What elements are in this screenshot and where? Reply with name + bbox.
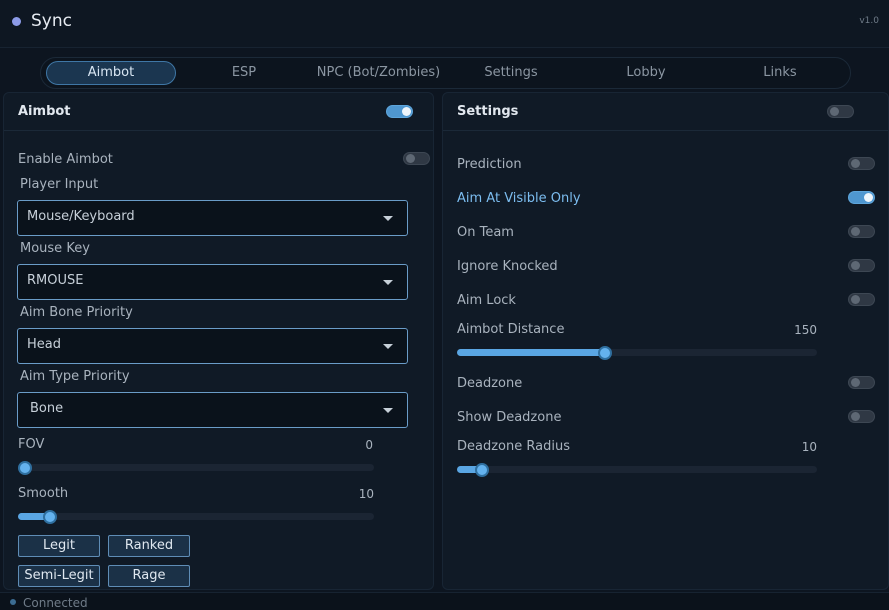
tab-settings[interactable]: Settings — [456, 61, 566, 85]
aimbot-panel-header: Aimbot — [4, 93, 433, 131]
show-deadzone-toggle[interactable] — [848, 410, 875, 423]
aim-lock-label: Aim Lock — [457, 293, 516, 308]
app-title: Sync — [31, 11, 72, 31]
enable-aimbot-label: Enable Aimbot — [18, 152, 113, 167]
mouse-key-label: Mouse Key — [20, 241, 90, 256]
aimbot-panel-title: Aimbot — [18, 104, 71, 119]
aimbot-distance-slider-fill — [457, 349, 605, 356]
fov-value: 0 — [365, 438, 373, 452]
aim-lock-toggle[interactable] — [848, 293, 875, 306]
tab-links[interactable]: Links — [725, 61, 835, 85]
tab-lobby[interactable]: Lobby — [591, 61, 701, 85]
chevron-down-icon — [383, 344, 393, 349]
mouse-key-select[interactable]: RMOUSE — [17, 264, 408, 300]
title-bar: Sync v1.0 — [0, 0, 889, 48]
app-status-dot-icon — [12, 17, 21, 26]
aim-visible-only-toggle[interactable] — [848, 191, 875, 204]
aimbot-distance-slider[interactable] — [457, 345, 817, 360]
aimbot-panel: Aimbot Enable Aimbot Player Input Mouse/… — [3, 92, 434, 590]
player-input-value: Mouse/Keyboard — [27, 209, 135, 224]
aimbot-master-toggle[interactable] — [386, 105, 413, 118]
aimbot-distance-slider-handle[interactable] — [597, 345, 612, 360]
aim-visible-only-label: Aim At Visible Only — [457, 191, 581, 206]
deadzone-radius-slider-handle[interactable] — [475, 462, 490, 477]
connection-status-icon — [10, 599, 16, 605]
deadzone-radius-slider[interactable] — [457, 462, 817, 477]
aim-bone-priority-label: Aim Bone Priority — [20, 305, 133, 320]
app-version: v1.0 — [859, 16, 879, 26]
aim-type-priority-select[interactable]: Bone — [17, 392, 408, 428]
mouse-key-value: RMOUSE — [27, 273, 84, 288]
show-deadzone-label: Show Deadzone — [457, 410, 562, 425]
deadzone-radius-label: Deadzone Radius — [457, 439, 570, 454]
preset-rage-button[interactable]: Rage — [108, 565, 190, 587]
aim-bone-priority-select[interactable]: Head — [17, 328, 408, 364]
chevron-down-icon — [383, 280, 393, 285]
aim-bone-priority-value: Head — [27, 337, 61, 352]
smooth-slider-handle[interactable] — [43, 509, 58, 524]
ignore-knocked-toggle[interactable] — [848, 259, 875, 272]
smooth-value: 10 — [358, 487, 374, 501]
chevron-down-icon — [383, 408, 393, 413]
aim-type-priority-label: Aim Type Priority — [20, 369, 130, 384]
prediction-label: Prediction — [457, 157, 522, 172]
tab-esp[interactable]: ESP — [191, 61, 297, 85]
deadzone-toggle[interactable] — [848, 376, 875, 389]
player-input-label: Player Input — [20, 177, 99, 192]
chevron-down-icon — [383, 216, 393, 221]
status-bar: Connected — [0, 592, 889, 610]
ignore-knocked-label: Ignore Knocked — [457, 259, 558, 274]
aimbot-distance-value: 150 — [794, 323, 817, 337]
fov-slider[interactable] — [18, 460, 374, 475]
smooth-label: Smooth — [18, 486, 69, 501]
deadzone-label: Deadzone — [457, 376, 523, 391]
settings-panel-header: Settings — [443, 93, 888, 131]
fov-slider-handle[interactable] — [18, 460, 32, 475]
preset-legit-button[interactable]: Legit — [18, 535, 100, 557]
fov-label: FOV — [18, 437, 45, 452]
settings-panel: Settings Prediction Aim At Visible Only … — [442, 92, 889, 590]
on-team-label: On Team — [457, 225, 514, 240]
prediction-toggle[interactable] — [848, 157, 875, 170]
settings-panel-title: Settings — [457, 104, 519, 119]
preset-semi-legit-button[interactable]: Semi-Legit — [18, 565, 100, 587]
settings-master-toggle[interactable] — [827, 105, 854, 118]
on-team-toggle[interactable] — [848, 225, 875, 238]
connection-status: Connected — [23, 596, 88, 610]
tab-npc[interactable]: NPC (Bot/Zombies) — [306, 61, 451, 85]
aim-type-priority-value: Bone — [30, 401, 64, 416]
tab-bar: Aimbot ESP NPC (Bot/Zombies) Settings Lo… — [40, 57, 851, 89]
enable-aimbot-toggle[interactable] — [403, 152, 430, 165]
player-input-select[interactable]: Mouse/Keyboard — [17, 200, 408, 236]
deadzone-radius-value: 10 — [801, 440, 817, 454]
aimbot-distance-label: Aimbot Distance — [457, 322, 565, 337]
preset-ranked-button[interactable]: Ranked — [108, 535, 190, 557]
tab-aimbot[interactable]: Aimbot — [46, 61, 176, 85]
smooth-slider[interactable] — [18, 509, 374, 524]
